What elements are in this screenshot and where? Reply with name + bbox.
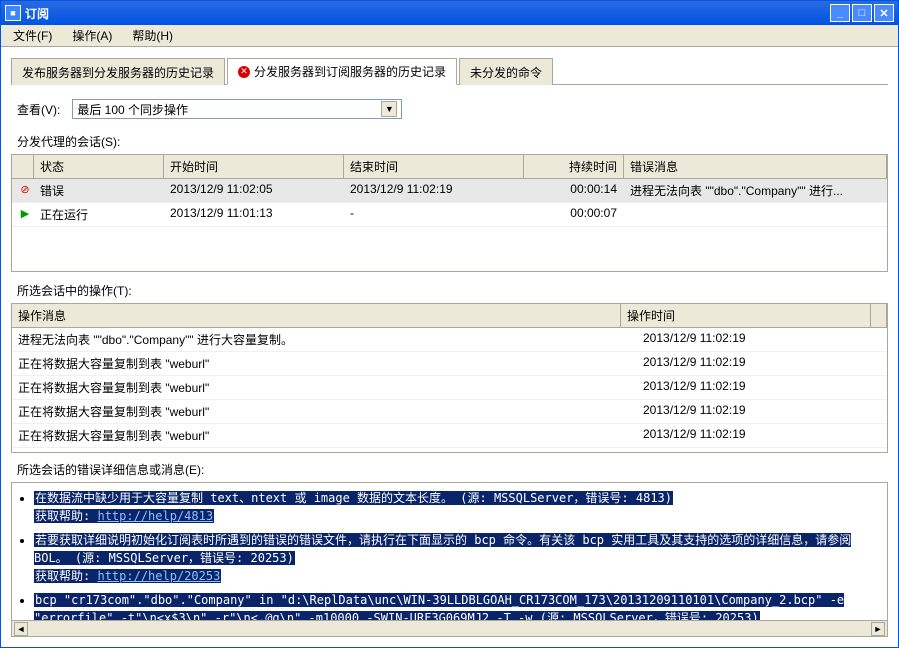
sessions-grid: 状态 开始时间 结束时间 持续时间 错误消息 ⊘ 错误 2013/12/9 11… [11,154,888,272]
content-area: 发布服务器到分发服务器的历史记录 ✕ 分发服务器到订阅服务器的历史记录 未分发的… [1,47,898,647]
op-row[interactable]: 正在将数据大容量复制到表 "weburl" 2013/12/9 11:02:19 [12,424,887,448]
tab-label: 发布服务器到分发服务器的历史记录 [22,64,214,81]
help-label: 获取帮助: [35,569,90,583]
tab-distributor-history[interactable]: ✕ 分发服务器到订阅服务器的历史记录 [227,58,457,85]
col-end[interactable]: 结束时间 [344,155,524,178]
window-title: 订阅 [25,5,830,22]
ops-header: 操作消息 操作时间 [12,304,887,328]
cell-time: 2013/12/9 11:02:19 [637,352,887,375]
ops-body[interactable]: 进程无法向表 ""dbo"."Company"" 进行大容量复制。 2013/1… [12,328,887,452]
error-icon: ✕ [238,66,250,78]
detail-text: 在数据流中缺少用于大容量复制 text、ntext 或 image 数据的文本长… [34,491,673,505]
view-combobox[interactable]: 最后 100 个同步操作 ▼ [72,99,402,119]
help-label: 获取帮助: [35,509,90,523]
cell-end: - [344,203,524,226]
view-label: 查看(V): [17,101,60,118]
ops-grid: 操作消息 操作时间 进程无法向表 ""dbo"."Company"" 进行大容量… [11,303,888,453]
op-row[interactable]: 正在将数据大容量复制到表 "weburl" 2013/12/9 11:02:19 [12,376,887,400]
chevron-down-icon: ▼ [381,101,397,117]
detail-label: 所选会话的错误详细信息或消息(E): [17,461,888,478]
cell-time: 2013/12/9 11:02:19 [637,376,887,399]
detail-text: bcp "cr173com"."dbo"."Company" in "d:\Re… [34,593,844,621]
col-icon[interactable] [12,155,34,178]
app-window: ■ 订阅 _ □ ✕ 文件(F) 操作(A) 帮助(H) 发布服务器到分发服务器… [0,0,899,648]
scroll-right-icon[interactable]: ► [871,622,885,636]
cell-time: 2013/12/9 11:02:19 [637,424,887,447]
running-icon: ▶ [18,207,32,221]
cell-start: 2013/12/9 11:01:13 [164,203,344,226]
scrollbar-gutter [871,304,887,327]
detail-item: bcp "cr173com"."dbo"."Company" in "d:\Re… [34,591,877,621]
cell-msg: 正在将数据大容量复制到表 "weburl" [12,400,637,423]
tab-strip: 发布服务器到分发服务器的历史记录 ✕ 分发服务器到订阅服务器的历史记录 未分发的… [11,57,888,85]
title-bar[interactable]: ■ 订阅 _ □ ✕ [1,1,898,25]
op-row[interactable]: 正在将数据大容量复制到表 "weburl" 2013/12/9 11:02:19 [12,400,887,424]
col-op-msg[interactable]: 操作消息 [12,304,621,327]
cell-end: 2013/12/9 11:02:19 [344,179,524,202]
detail-text: 若要获取详细说明初始化订阅表时所遇到的错误的错误文件，请执行在下面显示的 bcp… [34,533,851,565]
menu-help[interactable]: 帮助(H) [124,25,181,46]
col-status[interactable]: 状态 [34,155,164,178]
maximize-button[interactable]: □ [852,4,872,22]
close-button[interactable]: ✕ [874,4,894,22]
cell-time: 2013/12/9 11:02:19 [637,448,887,452]
cell-start: 2013/12/9 11:02:05 [164,179,344,202]
scroll-left-icon[interactable]: ◄ [14,622,28,636]
cell-time: 2013/12/9 11:02:19 [637,400,887,423]
detail-item: 若要获取详细说明初始化订阅表时所遇到的错误的错误文件，请执行在下面显示的 bcp… [34,531,877,585]
cell-msg: 进程无法向表 ""dbo"."Company"" 进行大容量复制。 [12,328,637,351]
view-selected: 最后 100 个同步操作 [77,101,188,118]
cell-status: 正在运行 [34,203,164,226]
ops-label: 所选会话中的操作(T): [17,282,888,299]
help-link[interactable]: http://help/4813 [97,509,213,523]
tab-undistributed-commands[interactable]: 未分发的命令 [459,58,553,85]
sessions-body[interactable]: ⊘ 错误 2013/12/9 11:02:05 2013/12/9 11:02:… [12,179,887,271]
cell-status: 错误 [34,179,164,202]
menu-action[interactable]: 操作(A) [64,25,120,46]
tab-label: 未分发的命令 [470,64,542,81]
cell-msg: 正在将数据大容量复制到表 "weburl" [12,376,637,399]
cell-msg: 正在将数据大容量复制到表 "weburl" [12,448,637,452]
col-error[interactable]: 错误消息 [624,155,887,178]
cell-duration: 00:00:14 [524,179,624,202]
horizontal-scrollbar[interactable]: ◄ ► [11,621,888,637]
cell-error: 进程无法向表 ""dbo"."Company"" 进行... [624,179,887,202]
cell-duration: 00:00:07 [524,203,624,226]
sessions-header: 状态 开始时间 结束时间 持续时间 错误消息 [12,155,887,179]
minimize-button[interactable]: _ [830,4,850,22]
sessions-label: 分发代理的会话(S): [17,133,888,150]
error-icon: ⊘ [18,183,32,197]
col-duration[interactable]: 持续时间 [524,155,624,178]
session-row[interactable]: ▶ 正在运行 2013/12/9 11:01:13 - 00:00:07 [12,203,887,227]
tab-publisher-history[interactable]: 发布服务器到分发服务器的历史记录 [11,58,225,85]
col-op-time[interactable]: 操作时间 [621,304,871,327]
help-link[interactable]: http://help/20253 [97,569,220,583]
menu-bar: 文件(F) 操作(A) 帮助(H) [1,25,898,47]
tab-label: 分发服务器到订阅服务器的历史记录 [254,63,446,80]
cell-time: 2013/12/9 11:02:19 [637,328,887,351]
detail-item: 在数据流中缺少用于大容量复制 text、ntext 或 image 数据的文本长… [34,489,877,525]
cell-msg: 正在将数据大容量复制到表 "weburl" [12,352,637,375]
menu-file[interactable]: 文件(F) [5,25,60,46]
view-row: 查看(V): 最后 100 个同步操作 ▼ [17,99,888,119]
detail-box[interactable]: 在数据流中缺少用于大容量复制 text、ntext 或 image 数据的文本长… [11,482,888,621]
session-row[interactable]: ⊘ 错误 2013/12/9 11:02:05 2013/12/9 11:02:… [12,179,887,203]
app-icon: ■ [5,5,21,21]
cell-error [624,203,887,226]
col-start[interactable]: 开始时间 [164,155,344,178]
cell-msg: 正在将数据大容量复制到表 "weburl" [12,424,637,447]
op-row[interactable]: 正在将数据大容量复制到表 "weburl" 2013/12/9 11:02:19 [12,448,887,452]
op-row[interactable]: 进程无法向表 ""dbo"."Company"" 进行大容量复制。 2013/1… [12,328,887,352]
op-row[interactable]: 正在将数据大容量复制到表 "weburl" 2013/12/9 11:02:19 [12,352,887,376]
